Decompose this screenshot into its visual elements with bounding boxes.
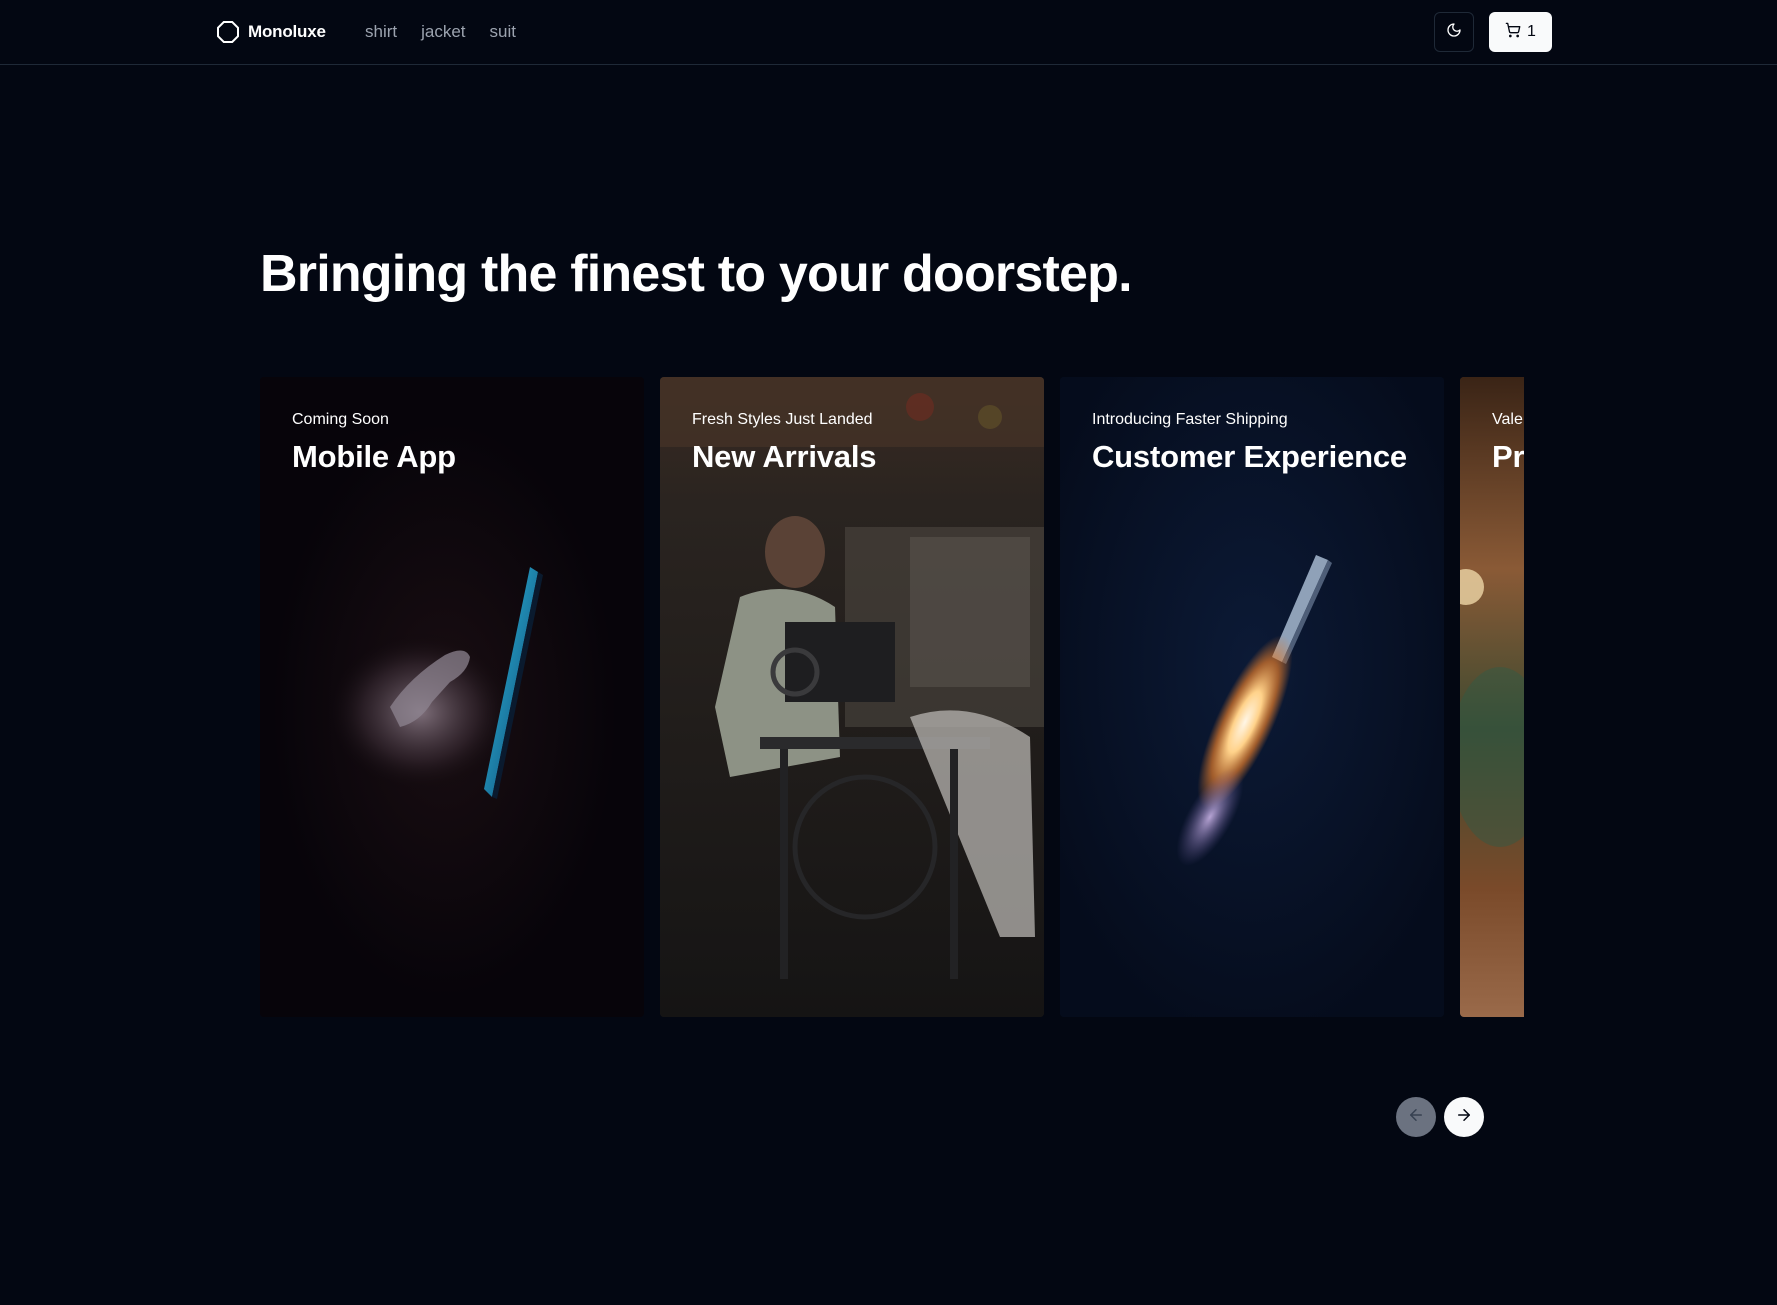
main-nav: shirt jacket suit xyxy=(365,20,516,44)
theme-toggle-button[interactable] xyxy=(1434,12,1474,52)
card-eyebrow: Coming Soon xyxy=(292,411,389,428)
card-text: Coming Soon Mobile App xyxy=(292,411,456,475)
card-title: Pr xyxy=(1492,439,1524,474)
cart-count: 1 xyxy=(1527,23,1536,40)
nav-link-suit[interactable]: suit xyxy=(490,22,516,42)
arrow-right-icon xyxy=(1455,1106,1473,1129)
card-eyebrow: Introducing Faster Shipping xyxy=(1092,411,1288,428)
nav-link-jacket[interactable]: jacket xyxy=(421,22,465,42)
card-text: Introducing Faster Shipping Customer Exp… xyxy=(1092,411,1407,475)
brand-home-link[interactable]: Monoluxe xyxy=(216,20,326,44)
card-eyebrow: Fresh Styles Just Landed xyxy=(692,411,873,428)
promo-card-mobile-app[interactable]: Coming Soon Mobile App xyxy=(260,377,644,1017)
hexagon-logo-icon xyxy=(216,20,240,44)
cart-icon xyxy=(1505,22,1521,43)
carousel-next-button[interactable] xyxy=(1444,1097,1484,1137)
card-title: Mobile App xyxy=(292,439,456,474)
arrow-left-icon xyxy=(1407,1106,1425,1129)
brand-name: Monoluxe xyxy=(248,22,326,41)
promo-card-partial[interactable]: Vale Pr xyxy=(1460,377,1524,1017)
carousel-track: Coming Soon Mobile App Fresh Styles Just… xyxy=(260,377,1524,1017)
cart-button[interactable]: 1 xyxy=(1489,12,1552,52)
carousel-prev-button[interactable] xyxy=(1396,1097,1436,1137)
card-text: Vale Pr xyxy=(1492,411,1524,475)
promo-card-new-arrivals[interactable]: Fresh Styles Just Landed New Arrivals xyxy=(660,377,1044,1017)
card-title: Customer Experience xyxy=(1092,439,1407,474)
promo-carousel: Coming Soon Mobile App Fresh Styles Just… xyxy=(260,377,1524,1017)
moon-icon xyxy=(1446,22,1462,43)
card-eyebrow: Vale xyxy=(1492,411,1523,428)
nav-link-shirt[interactable]: shirt xyxy=(365,22,397,42)
promo-card-customer-experience[interactable]: Introducing Faster Shipping Customer Exp… xyxy=(1060,377,1444,1017)
hero-title: Bringing the finest to your doorstep. xyxy=(260,245,1133,303)
card-text: Fresh Styles Just Landed New Arrivals xyxy=(692,411,876,475)
card-title: New Arrivals xyxy=(692,439,877,474)
site-header: Monoluxe shirt jacket suit 1 xyxy=(0,0,1777,65)
